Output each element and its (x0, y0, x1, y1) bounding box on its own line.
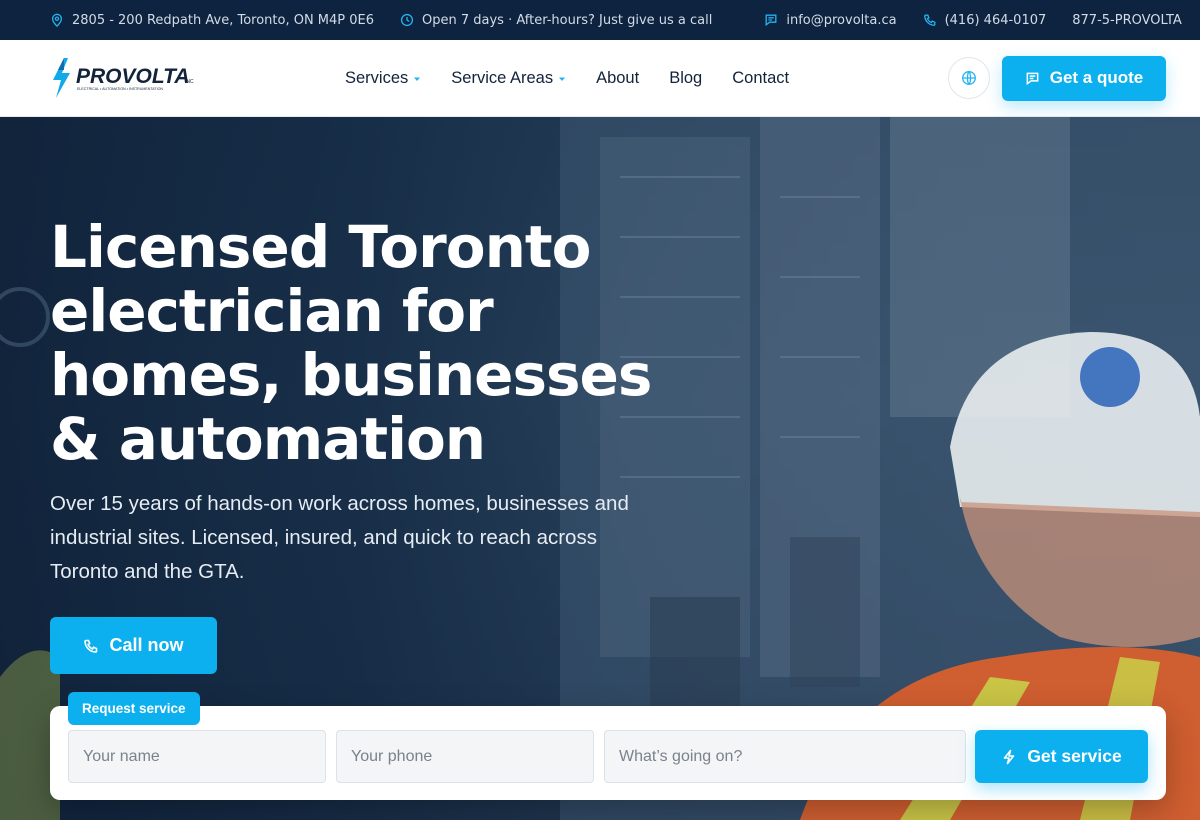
call-now-label: Call now (109, 635, 184, 655)
clock-icon (400, 13, 414, 27)
request-service-tag: Request service (68, 692, 200, 725)
hours-item: Open 7 days · After-hours? Just give us … (400, 13, 712, 28)
address-item: 2805 - 200 Redpath Ave, Toronto, ON M4P … (50, 13, 374, 28)
caret-down-icon (558, 75, 566, 83)
nav-contact[interactable]: Contact (732, 69, 789, 88)
get-quote-button[interactable]: Get a quote (1002, 55, 1166, 101)
nav-services[interactable]: Services (345, 69, 421, 88)
issue-input[interactable] (604, 730, 966, 783)
site-header: PROVOLTA INC ELECTRICAL • AUTOMATION • I… (0, 40, 1200, 117)
hero-title: Licensed Toronto electrician for homes, … (50, 213, 652, 473)
nav-service-areas[interactable]: Service Areas (451, 69, 566, 88)
main-nav: Services Service Areas About Blog Contac… (345, 40, 819, 117)
hero-section: Licensed Toronto electrician for homes, … (0, 117, 1200, 820)
get-quote-label: Get a quote (1049, 68, 1144, 87)
get-service-label: Get service (1027, 746, 1122, 766)
phone-text: (416) 464-0107 (944, 12, 1047, 28)
chat-icon (1025, 71, 1040, 86)
tollfree-link[interactable]: 877-5-PROVOLTA (1072, 13, 1182, 28)
phone-icon (923, 13, 937, 27)
nav-blog-label: Blog (669, 69, 703, 87)
name-input[interactable] (68, 730, 326, 783)
phone-link[interactable]: (416) 464-0107 (923, 12, 1047, 28)
address-text: 2805 - 200 Redpath Ave, Toronto, ON M4P … (72, 12, 375, 28)
provolta-logo[interactable]: PROVOLTA INC ELECTRICAL • AUTOMATION • I… (50, 56, 200, 100)
phone-icon (83, 638, 99, 654)
email-text: info@provolta.ca (786, 12, 897, 28)
header-actions: Get a quote (948, 55, 1166, 101)
caret-down-icon (413, 75, 421, 83)
nav-contact-label: Contact (732, 69, 790, 87)
tollfree-text: 877-5-PROVOLTA (1072, 12, 1182, 28)
phone-input[interactable] (336, 730, 594, 783)
logo-suffix: INC (185, 79, 194, 85)
nav-about[interactable]: About (596, 69, 639, 88)
map-pin-icon (50, 13, 64, 27)
nav-services-label: Services (345, 69, 409, 87)
lightning-icon (1001, 749, 1017, 765)
nav-service-areas-label: Service Areas (451, 69, 554, 87)
email-link[interactable]: info@provolta.ca (764, 12, 897, 28)
get-service-button[interactable]: Get service (975, 730, 1148, 783)
language-button[interactable] (948, 57, 990, 99)
top-info-bar: 2805 - 200 Redpath Ave, Toronto, ON M4P … (0, 0, 1200, 40)
message-icon (764, 13, 778, 27)
nav-blog[interactable]: Blog (669, 69, 702, 88)
globe-icon (961, 70, 977, 86)
nav-about-label: About (596, 69, 640, 87)
call-now-button[interactable]: Call now (50, 617, 217, 674)
hours-text: Open 7 days · After-hours? Just give us … (422, 12, 713, 28)
logo-wordmark: PROVOLTA (76, 65, 190, 88)
hero-lede: Over 15 years of hands-on work across ho… (50, 492, 629, 583)
logo-tagline: ELECTRICAL • AUTOMATION • INSTRUMENTATIO… (77, 87, 163, 91)
